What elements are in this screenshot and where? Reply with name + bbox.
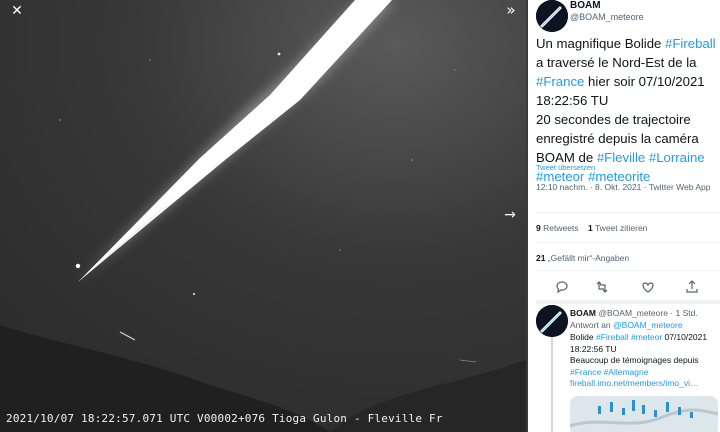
reply-avatar[interactable] (536, 305, 568, 337)
tweet-text-segment: a traversé le Nord-Est de la (536, 55, 697, 70)
author-name[interactable]: BOAM (570, 0, 601, 11)
fireball-photo (0, 0, 526, 432)
divider (536, 242, 720, 243)
image-caption: 2021/10/07 18:22:57.071 UTC V00002+076 T… (6, 412, 443, 425)
double-chevron-right-icon: » (506, 1, 516, 19)
reply-line-2: Beaucoup de témoignages depuis (570, 355, 699, 365)
author-handle[interactable]: @BOAM_meteore (570, 12, 644, 22)
hashtag-link[interactable]: #France (536, 74, 584, 89)
reply-author-name[interactable]: BOAM (570, 308, 596, 318)
meteor-avatar-icon (536, 0, 568, 32)
retweets-label[interactable]: Retweets (543, 223, 578, 233)
media-viewer: ✕ » → 2021/10/07 18:22:57.071 UTC V00002… (0, 0, 526, 432)
hashtag-link[interactable]: #Allemagne (604, 367, 649, 377)
close-icon: ✕ (11, 3, 23, 19)
divider (536, 270, 720, 271)
collapse-panel-button[interactable]: » (502, 1, 520, 19)
arrow-right-icon: → (504, 207, 516, 223)
share-button[interactable] (684, 279, 700, 295)
close-button[interactable]: ✕ (8, 2, 26, 20)
like-icon (642, 282, 654, 293)
reply-handle-time[interactable]: @BOAM_meteore · 1 Std. (598, 308, 697, 318)
reply-line-3: #France #Allemagne (570, 367, 718, 379)
reply-header: BOAM @BOAM_meteore · 1 Std. (570, 308, 698, 318)
hashtag-link[interactable]: #France (570, 367, 601, 377)
reply-icon (556, 281, 568, 294)
share-icon (686, 280, 698, 293)
tweet-timestamp[interactable]: 12:10 nachm. · 8. Okt. 2021 · Twitter We… (536, 181, 716, 193)
meteor-avatar-icon (536, 305, 568, 337)
divider (536, 212, 720, 213)
avatar[interactable] (536, 0, 568, 32)
tweet-text-segment: Un magnifique Bolide (536, 36, 666, 51)
reply-link[interactable]: fireball.imo.net/members/imo_vi… (570, 378, 718, 390)
thread-line (551, 337, 553, 432)
replying-to: Antwort an @BOAM_meteore (570, 320, 683, 330)
hashtag-link[interactable]: #Fireball (596, 332, 629, 342)
retweet-button[interactable] (594, 279, 610, 295)
reply-button[interactable] (554, 279, 570, 295)
likes-count[interactable]: 21 (536, 253, 545, 263)
section-divider (536, 300, 720, 304)
reply-media-card[interactable] (570, 396, 718, 432)
like-button[interactable] (640, 279, 656, 295)
reply-to-handle[interactable]: @BOAM_meteore (613, 320, 683, 330)
quotes-count[interactable]: 1 (588, 223, 593, 233)
retweets-count[interactable]: 9 (536, 223, 541, 233)
tweet-panel: BOAM @BOAM_meteore Un magnifique Bolide … (528, 0, 720, 432)
hashtag-link[interactable]: #meteor (631, 332, 662, 342)
map-thumbnail (570, 396, 718, 432)
retweet-stats: 9 Retweets 1 Tweet zitieren (536, 223, 647, 233)
reply-prefix: Antwort an (570, 320, 611, 330)
reply-text: Bolide #Fireball #meteor 07/10/2021 18:2… (570, 332, 718, 390)
hashtag-link[interactable]: #Lorraine (649, 150, 705, 165)
like-stats: 21 „Gefällt mir“-Angaben (536, 253, 629, 263)
hashtag-link[interactable]: #Fleville (597, 150, 645, 165)
reply-line-1: Bolide #Fireball #meteor 07/10/2021 18:2… (570, 332, 718, 355)
next-image-button[interactable]: → (500, 205, 520, 225)
quotes-label[interactable]: Tweet zitieren (595, 223, 647, 233)
hashtag-link[interactable]: #Fireball (665, 36, 716, 51)
reply-text-segment: Bolide (570, 332, 596, 342)
likes-label[interactable]: „Gefällt mir“-Angaben (548, 253, 629, 263)
retweet-icon (596, 281, 608, 293)
translate-tweet-link[interactable]: Tweet übersetzen (536, 163, 595, 172)
